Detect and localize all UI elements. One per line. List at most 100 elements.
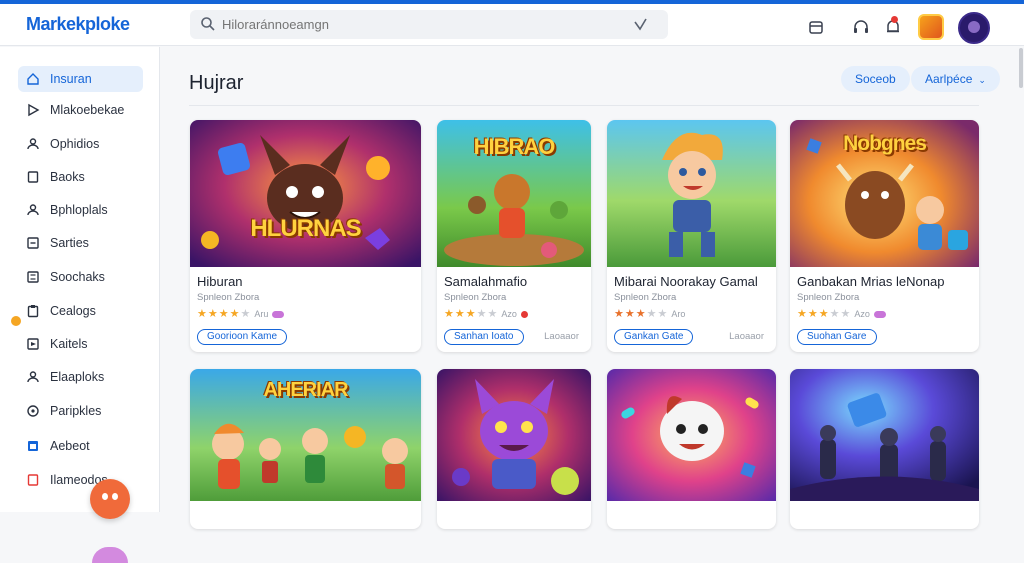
rating-stars: ★★★★★ Aro bbox=[614, 307, 685, 320]
sidebar-item-6[interactable]: Soochaks bbox=[18, 264, 143, 290]
sidebar: Insuran Mlakoebekae Ophidios Baoks Bphlo… bbox=[0, 47, 160, 563]
sidebar-item-label: Mlakoebekae bbox=[50, 103, 125, 117]
game-thumbnail[interactable] bbox=[607, 120, 776, 267]
play-game-button[interactable]: Suohan Gare bbox=[797, 329, 877, 345]
game-card[interactable]: Nobgnes Ganbakan Mrias leNonap Spnleon Z… bbox=[790, 120, 979, 352]
card-meta: Laoaaor bbox=[729, 331, 764, 342]
sidebar-item-0[interactable]: Insuran bbox=[18, 66, 143, 92]
secondary-assistant-button[interactable] bbox=[92, 547, 128, 563]
book-icon bbox=[27, 171, 39, 183]
tag-dot bbox=[873, 310, 886, 318]
settings-icon bbox=[27, 405, 39, 417]
star-icon: ★★★ bbox=[444, 308, 477, 320]
star-icon: ★★ bbox=[829, 308, 852, 320]
game-thumbnail[interactable] bbox=[790, 369, 979, 501]
sidebar-item-2[interactable]: Ophidios bbox=[18, 131, 143, 157]
filter-button[interactable]: Soceob bbox=[841, 66, 910, 92]
game-profile-avatar[interactable] bbox=[918, 14, 944, 40]
play-game-button[interactable]: Sanhan Ioato bbox=[444, 329, 524, 345]
sort-dropdown-label: Aarlpéce bbox=[925, 72, 973, 86]
sidebar-item-1[interactable]: Mlakoebekae bbox=[18, 97, 143, 123]
sidebar-item-4[interactable]: Bphloplals bbox=[18, 197, 143, 223]
play-game-button[interactable]: Goorioon Kame bbox=[197, 329, 288, 345]
game-subtitle: Spnleon Zbora bbox=[444, 292, 507, 303]
game-art-title: AHERIAR bbox=[263, 379, 348, 401]
rating-text: Aru bbox=[254, 309, 269, 319]
document-icon bbox=[27, 474, 39, 486]
sidebar-item-label: Aebeot bbox=[50, 439, 90, 453]
filter-button-label: Soceob bbox=[855, 72, 896, 86]
header-divider bbox=[189, 105, 979, 106]
sidebar-item-9[interactable]: Elaaploks bbox=[18, 364, 143, 390]
game-title: Ganbakan Mrias leNonap bbox=[797, 274, 945, 289]
game-subtitle: Spnleon Zbora bbox=[197, 292, 260, 303]
game-card[interactable] bbox=[607, 369, 776, 529]
clipboard-icon bbox=[27, 305, 39, 318]
sidebar-item-label: Insuran bbox=[50, 72, 92, 86]
game-thumbnail[interactable]: Nobgnes bbox=[790, 120, 979, 267]
chevron-down-icon: ⌄ bbox=[978, 75, 986, 85]
home-icon bbox=[27, 73, 39, 85]
game-art-title: HIBRAO bbox=[473, 134, 556, 159]
rating-stars: ★★★★★ Aru bbox=[197, 307, 285, 320]
sidebar-item-3[interactable]: Baoks bbox=[18, 164, 143, 190]
chat-assistant-button[interactable] bbox=[90, 479, 130, 519]
sidebar-item-label: Baoks bbox=[50, 170, 85, 184]
sidebar-item-label: Kaitels bbox=[50, 337, 88, 351]
rating-stars: ★★★★★ Azo bbox=[444, 307, 528, 320]
sidebar-item-7[interactable]: Cealogs bbox=[18, 298, 143, 324]
sidebar-item-label: Cealogs bbox=[50, 304, 96, 318]
sidebar-item-8[interactable]: Kaitels bbox=[18, 331, 143, 357]
box-icon[interactable] bbox=[807, 18, 825, 36]
search-input[interactable] bbox=[222, 10, 622, 39]
scrollbar-thumb[interactable] bbox=[1019, 48, 1023, 88]
star-icon: ★★ bbox=[476, 308, 499, 320]
game-art-title: Nobgnes bbox=[843, 132, 927, 155]
rating-text: Azo bbox=[501, 309, 517, 319]
play-icon bbox=[28, 103, 40, 117]
main-content: Hujrar Soceob Aarlpéce ⌄ HLURNAS Hiburan … bbox=[161, 47, 1024, 529]
sidebar-item-label: Bphloplals bbox=[50, 203, 108, 217]
sort-dropdown[interactable]: Aarlpéce ⌄ bbox=[911, 66, 1000, 92]
game-subtitle: Spnleon Zbora bbox=[797, 292, 860, 303]
game-card[interactable]: HIBRAO Samalahmafio Spnleon Zbora ★★★★★ A… bbox=[437, 120, 591, 352]
sidebar-item-11[interactable]: Aebeot bbox=[18, 433, 143, 459]
sidebar-item-label: Ophidios bbox=[50, 137, 100, 151]
game-thumbnail[interactable]: HLURNAS bbox=[190, 120, 421, 267]
game-title: Mibarai Noorakay Gamal bbox=[614, 274, 758, 289]
game-card[interactable]: Mibarai Noorakay Gamal Spnleon Zbora ★★★… bbox=[607, 120, 776, 352]
game-thumbnail[interactable]: AHERIAR bbox=[190, 369, 421, 501]
star-icon: ★★★★ bbox=[197, 308, 241, 320]
sidebar-item-label: Paripkles bbox=[50, 404, 102, 418]
sidebar-item-label: Sarties bbox=[50, 236, 89, 250]
tag-icon bbox=[27, 271, 39, 283]
game-thumbnail[interactable]: HIBRAO bbox=[437, 120, 591, 267]
game-card[interactable] bbox=[437, 369, 591, 529]
sidebar-item-10[interactable]: Paripkles bbox=[18, 398, 143, 424]
app-header: Markekploke bbox=[0, 4, 1024, 46]
tag-dot bbox=[272, 310, 285, 318]
sidebar-item-5[interactable]: Sarties bbox=[18, 230, 143, 256]
sidebar-item-label: Soochaks bbox=[50, 270, 105, 284]
person-icon bbox=[27, 371, 39, 383]
user-avatar[interactable] bbox=[958, 12, 990, 44]
voice-search-icon[interactable] bbox=[632, 16, 648, 32]
game-card[interactable] bbox=[790, 369, 979, 529]
flag-icon bbox=[27, 338, 39, 350]
notification-badge bbox=[891, 16, 898, 23]
game-thumbnail[interactable] bbox=[437, 369, 591, 501]
app-logo[interactable]: Markekploke bbox=[26, 14, 130, 35]
person-icon bbox=[27, 204, 39, 216]
game-card[interactable]: AHERIAR bbox=[190, 369, 421, 529]
list-icon bbox=[27, 237, 39, 249]
search-bar[interactable] bbox=[190, 10, 668, 39]
star-icon: ★ bbox=[240, 308, 252, 320]
game-thumbnail[interactable] bbox=[607, 369, 776, 501]
search-icon bbox=[201, 17, 215, 31]
rating-stars: ★★★★★ Azo bbox=[797, 307, 886, 320]
game-subtitle: Spnleon Zbora bbox=[614, 292, 677, 303]
play-game-button[interactable]: Gankan Gate bbox=[614, 329, 694, 345]
rating-text: Azo bbox=[854, 309, 870, 319]
game-card[interactable]: HLURNAS Hiburan Spnleon Zbora ★★★★★ Aru G… bbox=[190, 120, 421, 352]
headset-icon[interactable] bbox=[852, 18, 870, 36]
